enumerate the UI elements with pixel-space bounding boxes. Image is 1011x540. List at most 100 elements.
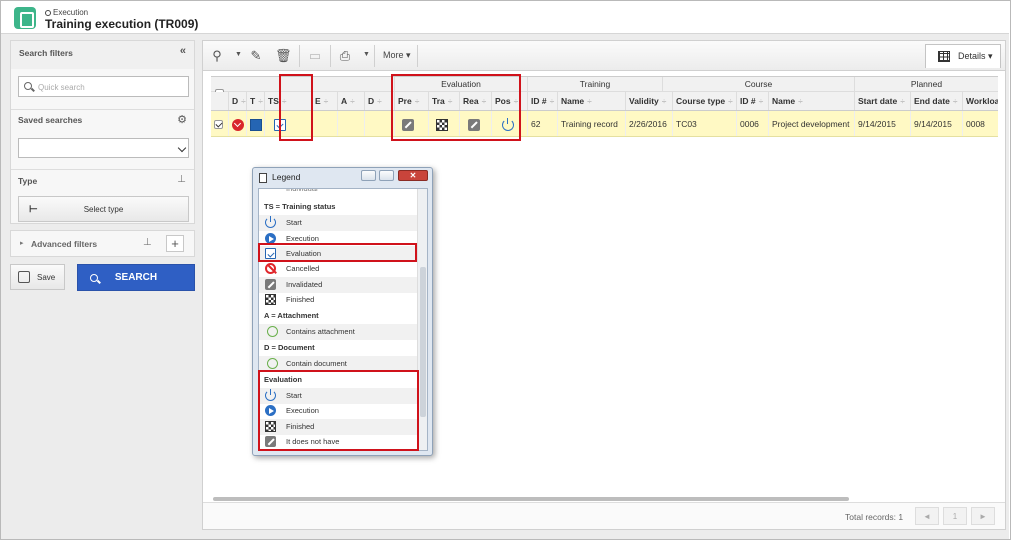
col-rea-label: Rea [463,96,479,106]
collapse-icon[interactable]: « [180,45,186,57]
col-validity[interactable]: Validity ÷ [625,92,672,110]
col-ts-label: TS [268,96,279,106]
cell-id: 62 [527,111,557,136]
clear-filter-icon[interactable]: ⊥ [177,174,186,185]
col-t-label: T [250,96,256,106]
col-d[interactable]: D ÷ [228,92,246,110]
legend-attachment-header: A = Attachment [264,311,319,320]
save-label: Save [37,273,56,282]
search-filters-header: Search filters « [10,40,195,70]
advanced-filters-bar[interactable]: ▸ Advanced filters ⊥ + [10,230,195,257]
col-course-type[interactable]: Course type ÷ [672,92,736,110]
col-name[interactable]: Name ÷ [557,92,625,110]
legend-titlebar[interactable]: Legend [259,172,300,183]
col-course-id-label: ID # [740,96,756,106]
prev-page-button[interactable]: ◄ [915,507,939,525]
add-filter-button[interactable]: + [166,235,184,252]
col-pos[interactable]: Pos ÷ [491,92,527,110]
binoculars-icon[interactable]: ⚲ [209,48,225,64]
clear-filter-icon[interactable]: ⊥ [143,237,152,248]
col-tra[interactable]: Tra ÷ [428,92,459,110]
col-d-label: D [232,96,239,106]
cell-d2 [364,111,394,136]
edit-icon[interactable]: ✎ [248,48,264,64]
cancelled-icon [265,263,276,274]
col-t[interactable]: T ÷ [246,92,264,110]
col-end-date-label: End date [914,96,950,106]
minimize-button[interactable] [361,170,376,181]
legend-item-label: Evaluation [286,249,322,258]
col-start-date-label: Start date [858,96,898,106]
breadcrumb[interactable]: Execution [45,8,88,17]
legend-item-label: Contain document [286,359,347,368]
close-button[interactable]: ✕ [398,170,428,181]
legend-scroll-thumb[interactable] [420,267,426,417]
filter-panel: Quick search Saved searches ⚙ Type ⊥ ⊢ S… [10,69,195,224]
form-icon[interactable]: ▭ [307,48,323,64]
start-power-icon [265,389,276,401]
details-view-button[interactable]: Details ▾ [925,44,1001,68]
select-type-button[interactable]: ⊢ Select type [18,196,189,222]
cell-course-name: Project development [768,111,854,136]
cell-t [246,111,264,136]
quick-search-input[interactable]: Quick search [18,76,189,97]
legend-item-label: Execution [286,406,319,415]
cell-d [228,111,246,136]
search-button[interactable]: SEARCH [77,264,195,291]
column-header-row: D ÷ T ÷ TS ÷ E ÷ A ÷ D ÷ Pre ÷ Tra ÷ Rea ÷ Pos ÷ I… [211,92,998,111]
save-icon [18,271,30,283]
details-label: Details [958,51,986,61]
type-label: Type [18,176,38,186]
col-course-name[interactable]: Name ÷ [768,92,854,110]
table-icon [938,51,950,62]
search-label: SEARCH [114,272,158,283]
saved-searches-select[interactable] [18,138,189,158]
legend-ts-header: TS = Training status [264,202,336,211]
legend-item: Contains attachment [259,324,417,340]
maximize-button[interactable] [379,170,394,181]
legend-item: Contain document [259,356,417,372]
col-pre[interactable]: Pre ÷ [394,92,428,110]
total-records: Total records: 1 [845,512,904,522]
cell-pos [491,111,527,136]
print-icon[interactable]: ⎙ [337,48,353,64]
chevron-down-icon[interactable]: ▼ [235,51,242,58]
col-d2-label: D [368,96,375,106]
cell-start-date: 9/14/2015 [854,111,910,136]
legend-item-label: Execution [286,234,319,243]
col-start-date[interactable]: Start date ÷ [854,92,910,110]
col-a[interactable]: A ÷ [337,92,364,110]
next-page-button[interactable]: ► [971,507,995,525]
cell-pre [394,111,428,136]
delete-icon[interactable]: 🗑 [275,48,292,64]
gear-icon[interactable]: ⚙ [177,113,187,126]
legend-scrollbar[interactable] [417,189,427,450]
col-d2[interactable]: D ÷ [364,92,394,110]
row-checkbox[interactable] [214,120,223,130]
table-row[interactable]: 62 Training record 2/26/2016 TC03 0006 P… [211,111,998,137]
col-end-date[interactable]: End date ÷ [910,92,962,110]
col-workload[interactable]: Workload [962,92,998,110]
page-number[interactable]: 1 [943,507,967,525]
col-a-label: A [341,96,348,106]
legend-title: Legend [272,172,301,182]
save-button[interactable]: Save [10,264,65,290]
col-validity-label: Validity [629,96,659,106]
table-footer: Total records: 1 ◄ 1 ► [203,502,1005,529]
more-menu[interactable]: More ▾ [383,50,411,61]
back-icon[interactable] [45,9,51,16]
col-ts[interactable]: TS ÷ [264,92,311,110]
breadcrumb-label[interactable]: Execution [53,8,88,17]
horizontal-scrollbar[interactable] [213,497,849,501]
chevron-down-icon [177,143,187,153]
col-e[interactable]: E ÷ [311,92,337,110]
hierarchy-icon: ⊢ [29,204,38,215]
col-course-id[interactable]: ID # ÷ [736,92,768,110]
col-pos-label: Pos [495,96,511,106]
legend-item: Invalidated [259,277,417,293]
search-filters-title: Search filters [19,48,73,58]
cell-workload: 0008 [962,111,998,136]
col-id[interactable]: ID # ÷ [527,92,557,110]
chevron-down-icon[interactable]: ▼ [363,51,370,58]
col-rea[interactable]: Rea ÷ [459,92,491,110]
